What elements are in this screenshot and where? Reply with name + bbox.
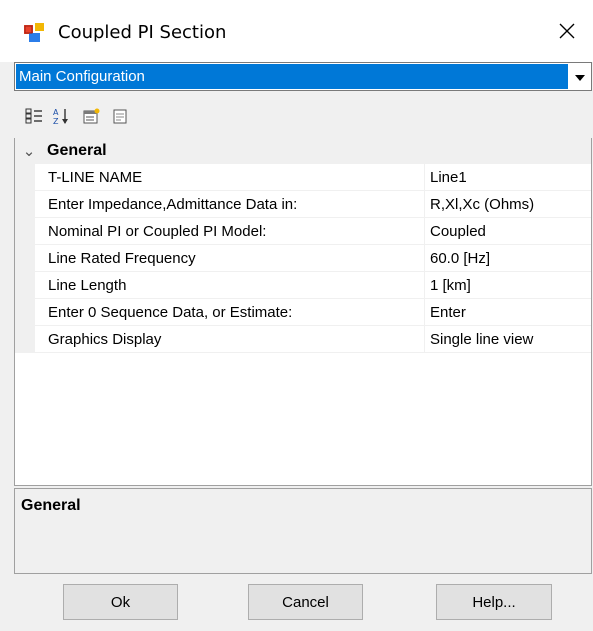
caret-down-icon <box>575 68 585 85</box>
svg-text:A: A <box>53 108 59 117</box>
configuration-selected-value: Main Configuration <box>16 64 568 89</box>
property-pages-icon[interactable] <box>81 106 101 126</box>
property-row-pi-model[interactable]: Nominal PI or Coupled PI Model: Coupled <box>35 218 591 245</box>
property-value[interactable]: Single line view <box>430 326 533 353</box>
category-label: General <box>47 142 107 159</box>
property-name: T-LINE NAME <box>48 169 143 186</box>
column-separator <box>424 191 425 218</box>
row-divider <box>35 352 591 353</box>
dropdown-arrow-button[interactable] <box>570 64 590 89</box>
window-title: Coupled PI Section <box>58 22 227 43</box>
help-button[interactable]: Help... <box>436 584 552 620</box>
column-separator <box>424 299 425 326</box>
property-value[interactable]: Coupled <box>430 218 486 245</box>
app-icon <box>24 23 46 43</box>
column-separator <box>424 272 425 299</box>
property-name: Nominal PI or Coupled PI Model: <box>48 223 267 240</box>
column-separator <box>424 326 425 353</box>
description-pane: General <box>14 488 592 574</box>
grid-gutter <box>15 164 35 353</box>
property-name: Enter Impedance,Admittance Data in: <box>48 196 298 213</box>
property-grid-toolbar: A Z <box>14 96 592 136</box>
property-row-zero-sequence[interactable]: Enter 0 Sequence Data, or Estimate: Ente… <box>35 299 591 326</box>
close-icon <box>559 23 575 43</box>
property-name: Enter 0 Sequence Data, or Estimate: <box>48 304 293 321</box>
property-row-graphics-display[interactable]: Graphics Display Single line view <box>35 326 591 353</box>
property-value[interactable]: Line1 <box>430 164 467 191</box>
column-separator <box>424 218 425 245</box>
property-name: Graphics Display <box>48 331 162 348</box>
property-grid: ⌄ General T-LINE NAME Line1 Enter Impeda… <box>14 138 592 486</box>
category-general[interactable]: ⌄ General <box>15 138 591 164</box>
column-separator <box>424 164 425 191</box>
alphabetical-icon[interactable]: A Z <box>51 106 71 126</box>
property-name: Line Length <box>48 277 127 294</box>
column-separator <box>424 245 425 272</box>
cancel-button[interactable]: Cancel <box>248 584 363 620</box>
events-icon[interactable] <box>110 106 130 126</box>
description-title: General <box>21 497 81 514</box>
categorized-icon[interactable] <box>24 106 44 126</box>
property-value[interactable]: R,Xl,Xc (Ohms) <box>430 191 534 218</box>
title-bar: Coupled PI Section <box>0 0 593 62</box>
property-name: Line Rated Frequency <box>48 250 196 267</box>
configuration-select[interactable]: Main Configuration <box>14 62 592 91</box>
ok-button[interactable]: Ok <box>63 584 178 620</box>
property-row-impedance-data[interactable]: Enter Impedance,Admittance Data in: R,Xl… <box>35 191 591 218</box>
property-row-tline-name[interactable]: T-LINE NAME Line1 <box>35 164 591 191</box>
property-value[interactable]: 60.0 [Hz] <box>430 245 490 272</box>
close-button[interactable] <box>548 14 586 52</box>
collapse-icon[interactable]: ⌄ <box>21 140 37 162</box>
property-value[interactable]: Enter <box>430 299 466 326</box>
property-value[interactable]: 1 [km] <box>430 272 471 299</box>
property-row-line-length[interactable]: Line Length 1 [km] <box>35 272 591 299</box>
property-row-rated-frequency[interactable]: Line Rated Frequency 60.0 [Hz] <box>35 245 591 272</box>
svg-text:Z: Z <box>53 117 59 125</box>
